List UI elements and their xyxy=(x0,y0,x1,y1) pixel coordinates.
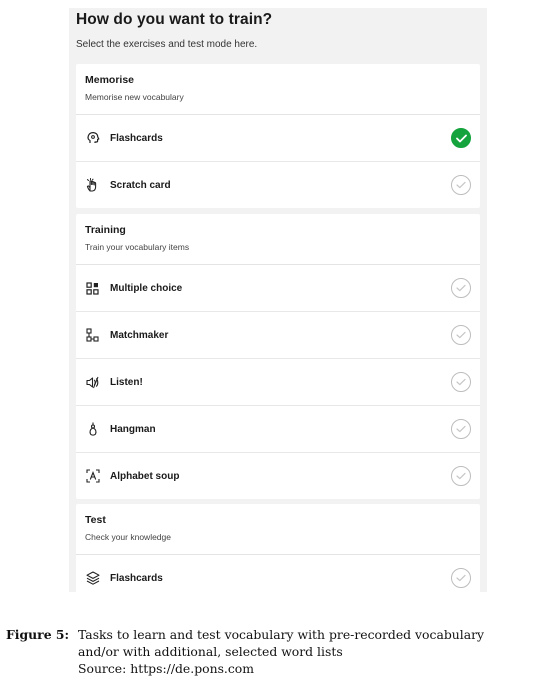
caption-label: Figure 5: xyxy=(6,627,70,642)
option-listen[interactable]: Listen! xyxy=(76,359,480,406)
section-memorise: Memorise Memorise new vocabulary Flashca… xyxy=(76,64,480,208)
option-scratch-card[interactable]: Scratch card xyxy=(76,162,480,208)
option-matchmaker[interactable]: Matchmaker xyxy=(76,312,480,359)
page-title: How do you want to train? xyxy=(76,11,273,28)
letter-a-icon xyxy=(85,469,100,484)
section-subtitle: Check your knowledge xyxy=(85,532,171,542)
app-screenshot: How do you want to train? Select the exe… xyxy=(69,8,487,592)
hangman-icon xyxy=(85,422,100,437)
section-header: Training Train your vocabulary items xyxy=(76,214,480,265)
option-label: Multiple choice xyxy=(110,282,183,294)
head-icon xyxy=(85,131,100,146)
section-test: Test Check your knowledge Flashcards xyxy=(76,504,480,592)
checkmark-icon[interactable] xyxy=(451,278,471,298)
section-header: Memorise Memorise new vocabulary xyxy=(76,64,480,115)
option-label: Hangman xyxy=(110,423,156,435)
page-header: How do you want to train? Select the exe… xyxy=(69,8,487,63)
section-training: Training Train your vocabulary items Mul… xyxy=(76,214,480,499)
checkmark-icon[interactable] xyxy=(451,325,471,345)
checkmark-icon[interactable] xyxy=(451,175,471,195)
checkmark-icon[interactable] xyxy=(451,466,471,486)
option-flashcards-test[interactable]: Flashcards xyxy=(76,555,480,592)
option-label: Flashcards xyxy=(110,572,163,584)
caption-source: Source: https://de.pons.com xyxy=(78,661,255,676)
nodes-icon xyxy=(85,328,100,343)
hand-icon xyxy=(85,178,100,193)
option-label: Alphabet soup xyxy=(110,470,180,482)
option-hangman[interactable]: Hangman xyxy=(76,406,480,453)
sound-icon xyxy=(85,375,100,390)
section-header: Test Check your knowledge xyxy=(76,504,480,555)
section-title: Test xyxy=(85,514,106,526)
option-flashcards-memorise[interactable]: Flashcards xyxy=(76,115,480,162)
section-subtitle: Memorise new vocabulary xyxy=(85,92,184,102)
option-multiple-choice[interactable]: Multiple choice xyxy=(76,265,480,312)
layers-icon xyxy=(85,571,100,586)
caption-line: and/or with additional, selected word li… xyxy=(78,644,343,659)
section-title: Memorise xyxy=(85,74,135,86)
checkmark-icon[interactable] xyxy=(451,568,471,588)
option-label: Flashcards xyxy=(110,132,163,144)
checkmark-icon[interactable] xyxy=(451,372,471,392)
option-alphabet-soup[interactable]: Alphabet soup xyxy=(76,453,480,499)
section-subtitle: Train your vocabulary items xyxy=(85,242,190,252)
option-label: Listen! xyxy=(110,376,143,388)
option-label: Matchmaker xyxy=(110,329,169,341)
checkmark-selected-icon[interactable] xyxy=(451,128,471,148)
section-title: Training xyxy=(85,224,126,236)
grid-icon xyxy=(85,281,100,296)
page-subtitle: Select the exercises and test mode here. xyxy=(76,39,258,50)
checkmark-icon[interactable] xyxy=(451,419,471,439)
caption-line: Tasks to learn and test vocabulary with … xyxy=(78,627,485,642)
caption-text: Tasks to learn and test vocabulary with … xyxy=(78,626,548,677)
option-label: Scratch card xyxy=(110,179,171,191)
